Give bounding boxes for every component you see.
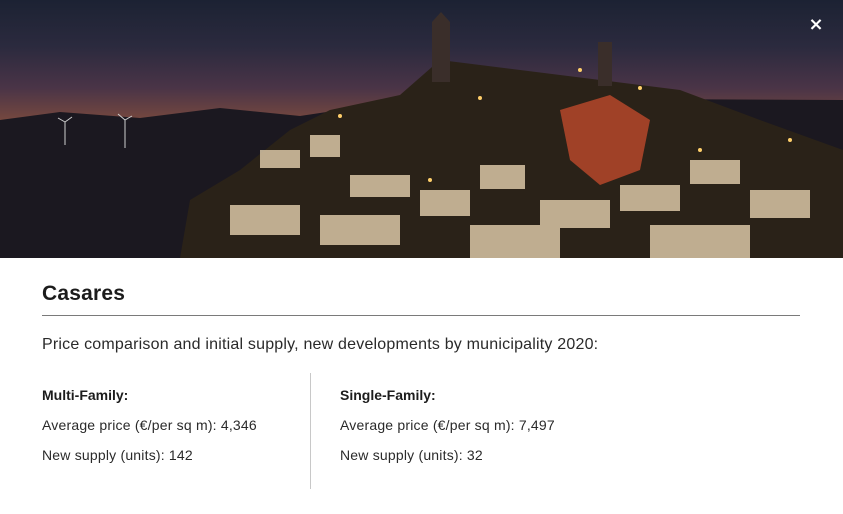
close-icon[interactable]: × <box>805 14 827 36</box>
hero-illustration <box>0 12 843 258</box>
municipality-modal: × Casares Price comparison and initial s… <box>0 0 843 514</box>
multi-family-supply: New supply (units): 142 <box>42 447 193 463</box>
single-family-price: Average price (€/per sq m): 7,497 <box>340 417 555 433</box>
multi-family-heading: Multi-Family: <box>42 387 129 403</box>
hero-photo: × <box>0 0 843 258</box>
municipality-title: Casares <box>42 282 126 305</box>
section-subtitle: Price comparison and initial supply, new… <box>42 336 599 353</box>
column-divider <box>310 373 311 489</box>
multi-family-price: Average price (€/per sq m): 4,346 <box>42 417 257 433</box>
single-family-column: Single-Family: Average price (€/per sq m… <box>340 373 740 463</box>
multi-family-column: Multi-Family: Average price (€/per sq m)… <box>42 373 310 463</box>
stats-columns: Multi-Family: Average price (€/per sq m)… <box>42 373 800 489</box>
single-family-supply: New supply (units): 32 <box>340 447 483 463</box>
modal-content: Casares Price comparison and initial sup… <box>42 258 800 489</box>
title-divider <box>42 315 800 316</box>
single-family-heading: Single-Family: <box>340 387 436 403</box>
